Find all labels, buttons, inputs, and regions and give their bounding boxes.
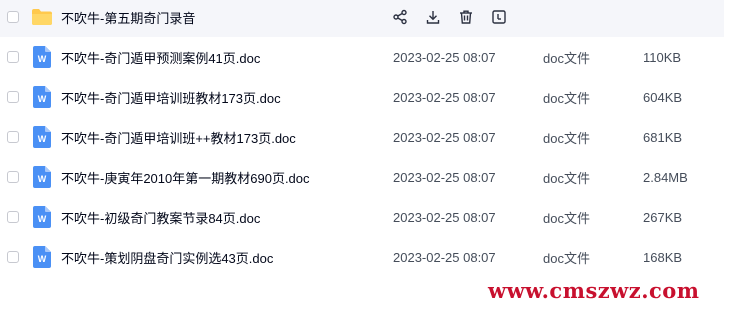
file-name[interactable]: 不吹牛-奇门遁甲预测案例41页.doc [61,48,260,67]
file-date: 2023-02-25 08:07 [393,169,496,185]
file-row[interactable]: W 不吹牛-庚寅年2010年第一期教材690页.doc 2023-02-25 0… [0,157,724,197]
file-name[interactable]: 不吹牛-策划阴盘奇门实例选43页.doc [61,248,273,267]
file-type: doc文件 [543,250,590,266]
row-checkbox[interactable] [7,171,19,183]
file-type: doc文件 [543,130,590,146]
row-checkbox[interactable] [7,211,19,223]
file-name[interactable]: 不吹牛-奇门遁甲培训班++教材173页.doc [61,128,296,147]
file-name[interactable]: 不吹牛-庚寅年2010年第一期教材690页.doc [61,168,310,187]
word-doc-icon: W [33,246,51,268]
file-type: doc文件 [543,90,590,106]
file-date: 2023-02-25 08:07 [393,209,496,225]
file-size: 604KB [643,89,683,105]
row-checkbox[interactable] [7,11,19,23]
folder-name[interactable]: 不吹牛-第五期奇门录音 [61,8,195,27]
file-row[interactable]: W 不吹牛-策划阴盘奇门实例选43页.doc 2023-02-25 08:07 … [0,237,724,277]
watermark: www.cmszwz.com [488,278,700,303]
word-doc-icon: W [33,166,51,188]
row-checkbox[interactable] [7,251,19,263]
file-name[interactable]: 不吹牛-奇门遁甲培训班教材173页.doc [61,88,281,107]
file-type: doc文件 [543,210,590,226]
file-row[interactable]: W 不吹牛-奇门遁甲培训班++教材173页.doc 2023-02-25 08:… [0,117,724,157]
file-size: 110KB [643,49,682,65]
word-doc-icon: W [33,86,51,108]
folder-row[interactable]: 不吹牛-第五期奇门录音 [0,0,724,37]
svg-text:W: W [38,134,47,144]
file-row[interactable]: W 不吹牛-奇门遁甲预测案例41页.doc 2023-02-25 08:07 d… [0,37,724,77]
file-row[interactable]: W 不吹牛-初级奇门教案节录84页.doc 2023-02-25 08:07 d… [0,197,724,237]
row-checkbox[interactable] [7,51,19,63]
word-doc-icon: W [33,206,51,228]
file-row[interactable]: W 不吹牛-奇门遁甲培训班教材173页.doc 2023-02-25 08:07… [0,77,724,117]
svg-text:W: W [38,214,47,224]
delete-icon[interactable] [456,7,476,27]
file-date: 2023-02-25 08:07 [393,49,496,65]
folder-icon [31,8,53,26]
more-icon[interactable] [489,7,509,27]
file-name[interactable]: 不吹牛-初级奇门教案节录84页.doc [61,208,260,227]
file-size: 681KB [643,129,683,145]
word-doc-icon: W [33,126,51,148]
svg-text:W: W [38,94,47,104]
file-date: 2023-02-25 08:07 [393,89,496,105]
file-type: doc文件 [543,170,590,186]
download-icon[interactable] [423,7,443,27]
file-size: 2.84MB [643,169,688,185]
file-type: doc文件 [543,50,590,66]
file-date: 2023-02-25 08:07 [393,249,496,265]
file-date: 2023-02-25 08:07 [393,129,496,145]
file-size: 168KB [643,249,683,265]
word-doc-icon: W [33,46,51,68]
share-icon[interactable] [390,7,410,27]
row-checkbox[interactable] [7,91,19,103]
file-size: 267KB [643,209,683,225]
row-actions [390,7,522,27]
svg-text:W: W [38,54,47,64]
svg-text:W: W [38,174,47,184]
svg-text:W: W [38,254,47,264]
row-checkbox[interactable] [7,131,19,143]
